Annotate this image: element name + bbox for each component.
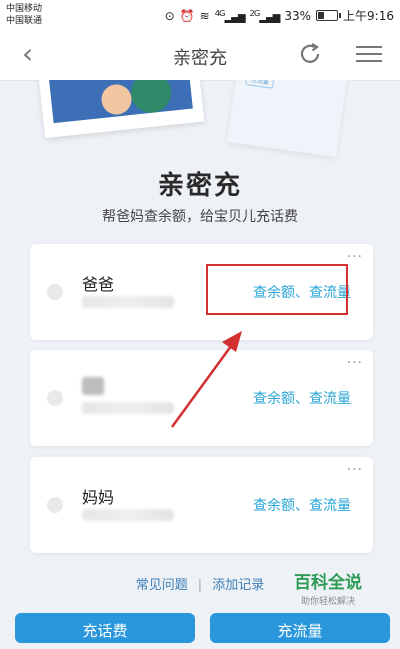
contact-radio[interactable] [47,284,63,300]
link-separator: | [197,578,203,593]
recharge-data-button[interactable]: 充流量 [210,613,390,643]
more-icon[interactable]: ··· [347,462,363,478]
refresh-icon[interactable] [296,40,324,68]
status-icons: ⊙ ⏰ ≋ 4G▂▄▆ 2G▂▄▆ 33% 上午9:16 [165,7,394,24]
contact-card-2[interactable]: ··· 查余额、查流量 [30,350,373,446]
signal-2-icon: 2G▂▄▆ [249,7,281,24]
hero-subtitle: 帮爸妈查余额，给宝贝儿充话费 [102,209,298,225]
status-bar: 中国移动 中国联通 ⊙ ⏰ ≋ 4G▂▄▆ 2G▂▄▆ 33% 上午9:16 [0,0,400,30]
watermark-subtitle: 助你轻松解决 [300,597,355,607]
clock: 上午9:16 [343,9,394,23]
faq-link[interactable]: 常见问题 [136,578,188,593]
check-balance-link[interactable]: 查余额、查流量 [253,495,351,515]
illustration-photo [35,80,205,139]
watermark: 百科全说 助你轻松解决 [294,568,362,607]
carrier-info: 中国移动 中国联通 [6,3,42,27]
add-record-link[interactable]: 添加记录 [212,578,264,593]
contact-name: 妈妈 [82,488,115,507]
contact-card-mom[interactable]: ··· 妈妈 查余额、查流量 [30,457,373,553]
phone-number-blurred [82,509,174,521]
illustration-tag: 充流量 [245,80,275,89]
contact-radio[interactable] [47,497,63,513]
battery-percent: 33% [284,8,312,23]
contact-name: 爸爸 [82,275,115,294]
page-title: 亲密充 [173,48,227,69]
location-icon: ⊙ [164,8,175,23]
more-icon[interactable]: ··· [347,355,363,371]
recharge-call-button[interactable]: 充话费 [15,613,195,643]
wifi-icon: ≋ [199,8,210,23]
more-icon[interactable]: ··· [347,249,363,265]
illustration-card: 充流量 [226,80,348,158]
carrier-1: 中国移动 [6,4,43,14]
contact-radio[interactable] [47,390,63,406]
alarm-icon: ⏰ [179,8,195,23]
carrier-2: 中国联通 [6,16,43,26]
hero-banner: 充流量 亲密充 帮爸妈查余额，给宝贝儿充话费 [0,80,400,230]
watermark-title: 百科全说 [294,573,362,593]
nav-bar: ‹ 亲密充 [0,30,400,81]
contact-name-blurred [82,377,104,395]
check-balance-link[interactable]: 查余额、查流量 [253,388,351,408]
menu-icon[interactable] [356,42,382,68]
battery-icon [316,10,342,21]
annotation-highlight-box [206,264,348,315]
signal-1-icon: 4G▂▄▆ [214,7,246,24]
phone-number-blurred [82,402,174,414]
hero-title: 亲密充 [157,171,242,201]
phone-number-blurred [82,296,174,308]
